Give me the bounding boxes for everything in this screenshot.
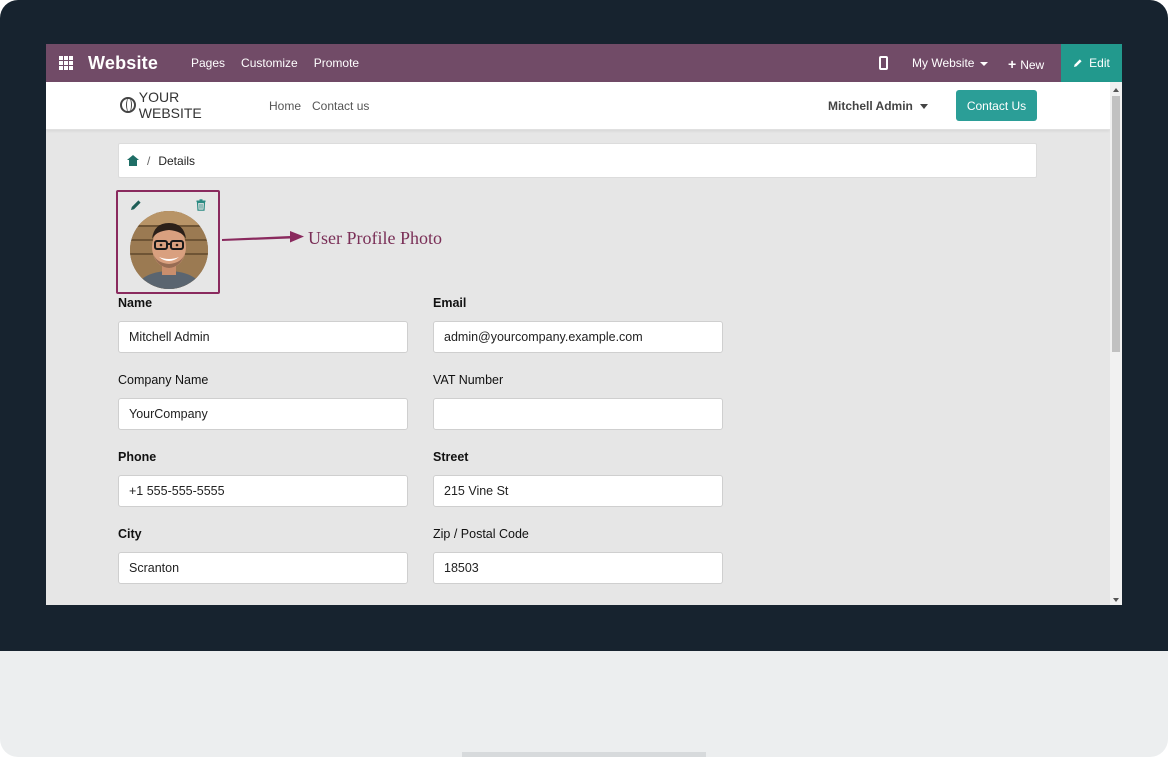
mobile-preview-icon[interactable] xyxy=(879,56,888,70)
phone-field[interactable]: +1 555-555-5555 xyxy=(118,475,408,507)
name-field[interactable]: Mitchell Admin xyxy=(118,321,408,353)
scroll-down-icon[interactable] xyxy=(1113,598,1119,602)
site-logo[interactable]: YOUR WEBSITE xyxy=(120,87,244,123)
vat-number-label: VAT Number xyxy=(433,373,504,387)
account-name: Mitchell Admin xyxy=(828,99,913,113)
scrollbar-thumb[interactable] xyxy=(1112,96,1120,352)
email-label: Email xyxy=(433,296,467,310)
nav-home[interactable]: Home xyxy=(269,99,301,113)
edit-button[interactable]: Edit xyxy=(1061,44,1122,82)
plus-icon: + xyxy=(1008,56,1017,72)
trash-icon[interactable] xyxy=(195,199,207,211)
company-name-label: Company Name xyxy=(118,373,209,387)
site-nav: Home Contact us xyxy=(269,99,369,113)
scroll-up-icon[interactable] xyxy=(1113,88,1119,92)
site-logo-text: YOUR WEBSITE xyxy=(138,89,202,121)
nav-contact-us[interactable]: Contact us xyxy=(312,99,369,113)
new-button[interactable]: + New xyxy=(1008,56,1044,72)
apps-grid-icon[interactable] xyxy=(59,56,73,70)
street-label: Street xyxy=(433,450,469,464)
new-button-label: New xyxy=(1020,58,1045,72)
odoo-topbar: Website Pages Customize Promote My Websi… xyxy=(46,44,1122,82)
vat-number-field[interactable] xyxy=(433,398,723,430)
annotation-label: User Profile Photo xyxy=(308,228,442,248)
app-brand[interactable]: Website xyxy=(88,53,158,74)
pencil-icon xyxy=(1074,59,1082,67)
contact-us-button[interactable]: Contact Us xyxy=(956,90,1037,121)
breadcrumb-separator: / xyxy=(147,153,151,168)
website-selector-label: My Website xyxy=(912,56,975,70)
website-header: YOUR WEBSITE Home Contact us Mitchell Ad… xyxy=(46,82,1110,130)
monitor-frame: Website Pages Customize Promote My Websi… xyxy=(0,0,1168,757)
chevron-down-icon xyxy=(980,61,989,66)
avatar[interactable] xyxy=(130,211,208,289)
menu-pages[interactable]: Pages xyxy=(191,56,225,70)
browser-screen: Website Pages Customize Promote My Websi… xyxy=(46,44,1122,605)
pencil-icon[interactable] xyxy=(130,199,142,211)
zip-code-label: Zip / Postal Code xyxy=(433,527,529,541)
menu-promote[interactable]: Promote xyxy=(314,56,359,70)
city-label: City xyxy=(118,527,142,541)
street-field[interactable]: 215 Vine St xyxy=(433,475,723,507)
website-selector[interactable]: My Website xyxy=(912,56,989,70)
scrollbar[interactable] xyxy=(1110,82,1122,605)
email-field[interactable]: admin@yourcompany.example.com xyxy=(433,321,723,353)
user-account-menu[interactable]: Mitchell Admin xyxy=(828,99,928,113)
city-field[interactable]: Scranton xyxy=(118,552,408,584)
edit-button-label: Edit xyxy=(1089,56,1110,70)
globe-icon xyxy=(120,97,136,113)
home-icon[interactable] xyxy=(127,155,139,166)
breadcrumb-current: Details xyxy=(158,153,196,168)
phone-label: Phone xyxy=(118,450,157,464)
profile-photo-editor xyxy=(116,190,220,294)
zip-code-field[interactable]: 18503 xyxy=(433,552,723,584)
menu-customize[interactable]: Customize xyxy=(241,56,298,70)
chevron-down-icon xyxy=(919,104,928,110)
breadcrumb: / Details xyxy=(118,143,1037,178)
name-label: Name xyxy=(118,296,153,310)
topbar-nav: Pages Customize Promote xyxy=(191,56,359,70)
company-name-field[interactable]: YourCompany xyxy=(118,398,408,430)
monitor-stand xyxy=(462,752,706,757)
arrow-icon xyxy=(222,231,304,243)
